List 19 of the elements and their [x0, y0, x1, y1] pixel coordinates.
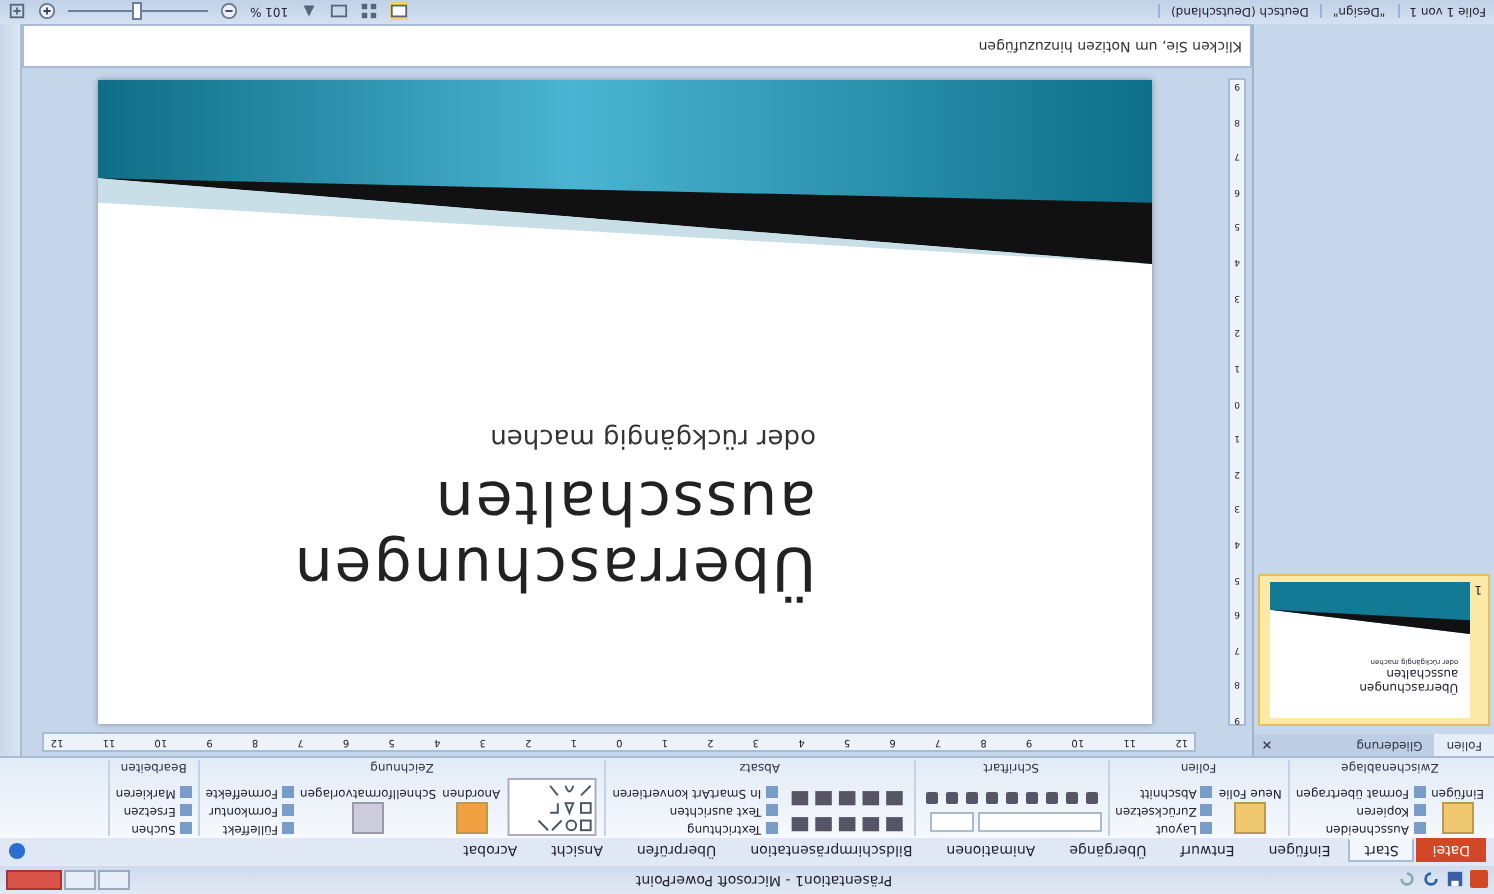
- help-icon[interactable]: [8, 842, 26, 860]
- zoom-in-icon[interactable]: [38, 3, 56, 21]
- reading-view-icon[interactable]: [330, 3, 349, 21]
- fit-to-window-icon[interactable]: [8, 3, 26, 21]
- zoom-out-icon[interactable]: [220, 3, 238, 21]
- shapes-gallery[interactable]: [506, 778, 599, 836]
- normal-view-icon[interactable]: [390, 3, 409, 21]
- app-icon[interactable]: [1470, 871, 1488, 889]
- slide-sorter-icon[interactable]: [360, 3, 379, 21]
- undo-icon[interactable]: [1422, 871, 1440, 889]
- font-name-field[interactable]: [977, 812, 1102, 832]
- zoom-thumb[interactable]: [132, 3, 142, 21]
- font-size-field[interactable]: [929, 812, 974, 832]
- save-icon[interactable]: [1446, 871, 1464, 889]
- close-icon[interactable]: [1262, 740, 1272, 750]
- format-buttons-icon[interactable]: [921, 790, 1102, 806]
- slide-subtitle[interactable]: oder rückgängig machen: [98, 422, 816, 452]
- slide-title[interactable]: Überraschungen ausschalten: [296, 468, 816, 600]
- vertical-scrollbar[interactable]: [0, 24, 22, 756]
